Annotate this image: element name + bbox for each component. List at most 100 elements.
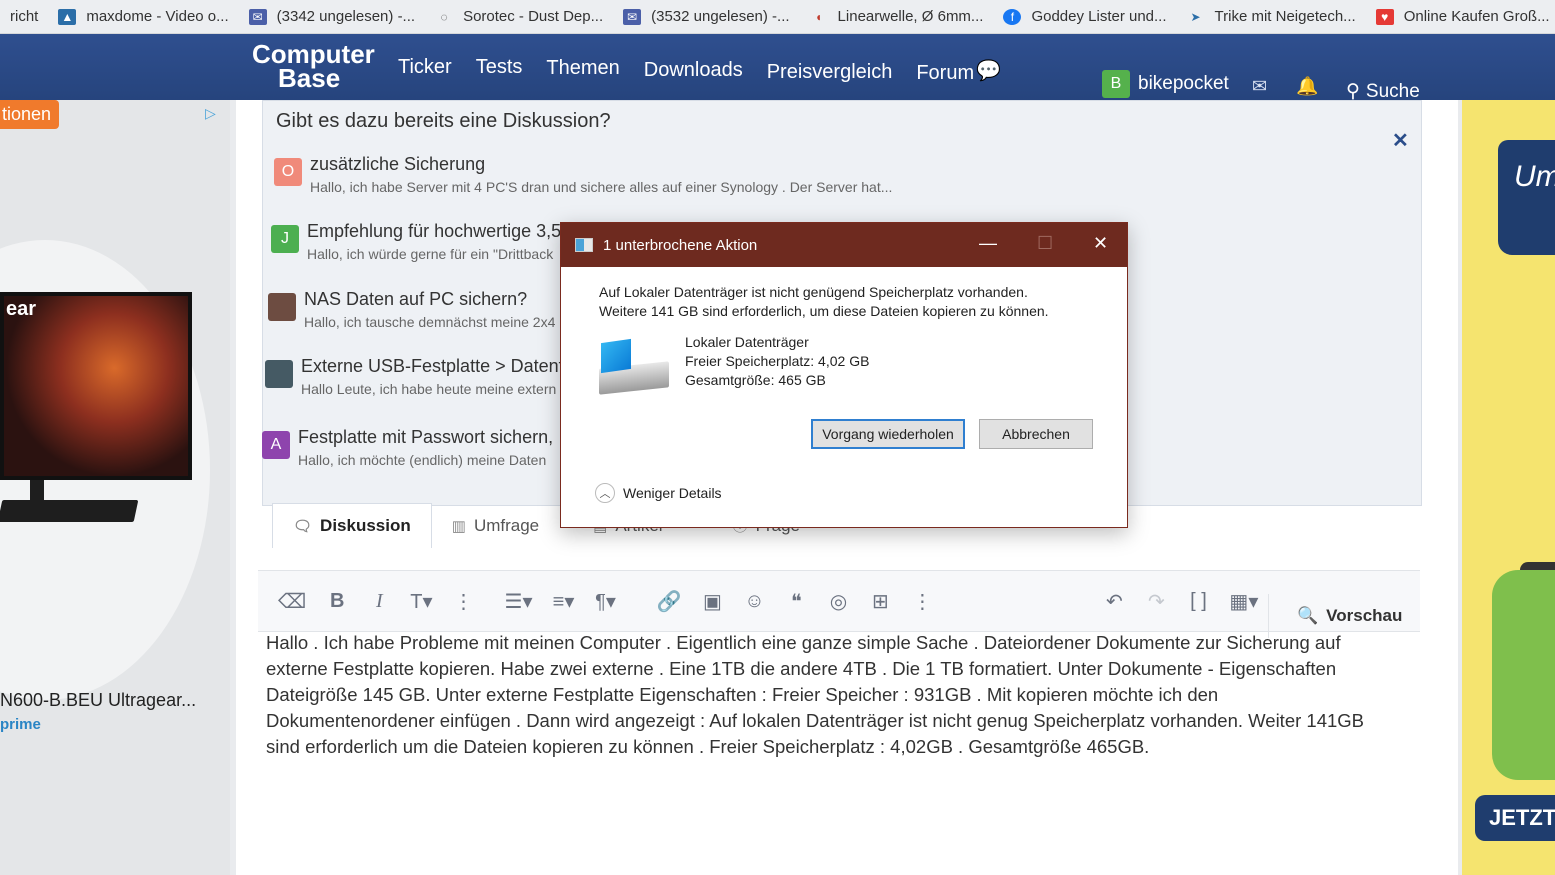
tab-label: Umfrage bbox=[473, 515, 540, 535]
bookmark-item[interactable]: ✉ (3532 ungelesen) -... bbox=[613, 8, 799, 25]
suggestion-excerpt: Hallo Leute, ich habe heute meine extern bbox=[301, 381, 557, 397]
text-size-icon[interactable]: T▾ bbox=[410, 589, 432, 614]
logo-line-2: Base bbox=[278, 63, 341, 93]
dialog-app-icon bbox=[575, 238, 593, 252]
monitor-stand-base bbox=[0, 500, 139, 522]
ad-bottle bbox=[1492, 570, 1555, 780]
suggestion-title[interactable]: NAS Daten auf PC sichern? bbox=[304, 289, 527, 310]
more-icon[interactable]: ⋮ bbox=[453, 589, 475, 614]
ad-cta-button[interactable]: JETZT bbox=[1475, 795, 1555, 841]
bookmark-label: Sorotec - Dust Dep... bbox=[463, 8, 604, 25]
nav-downloads[interactable]: Downloads bbox=[644, 59, 743, 85]
cancel-button[interactable]: Abbrechen bbox=[979, 419, 1093, 449]
bookmark-item[interactable]: ✉ (3342 ungelesen) -... bbox=[239, 8, 425, 25]
avatar: B bbox=[1102, 70, 1130, 98]
windows-logo-icon bbox=[601, 338, 631, 374]
bookmark-label: Trike mit Neigetech... bbox=[1214, 8, 1356, 25]
user-menu[interactable]: B bikepocket bbox=[1102, 70, 1229, 98]
editor-line: Hallo . Ich habe Probleme mit meinen Com… bbox=[266, 632, 1341, 653]
bookmark-label: Online Kaufen Groß... bbox=[1403, 8, 1550, 25]
close-icon[interactable]: ✕ bbox=[1093, 233, 1108, 254]
suggestion-excerpt: Hallo, ich tausche demnächst meine 2x4 bbox=[304, 314, 556, 330]
image-icon[interactable]: ▣ bbox=[701, 589, 723, 614]
editor-line: externe Festplatte kopieren. Habe zwei e… bbox=[266, 658, 1337, 679]
save-draft-icon[interactable]: ▦▾ bbox=[1229, 589, 1258, 614]
chevron-up-icon: ︿ bbox=[595, 483, 615, 503]
nav-themen[interactable]: Themen bbox=[546, 57, 619, 85]
bookmark-icon: ➤ bbox=[1190, 9, 1201, 24]
post-editor[interactable]: Hallo . Ich habe Probleme mit meinen Com… bbox=[266, 630, 1406, 760]
suggestion-title[interactable]: Externe USB-Festplatte > Datent bbox=[301, 356, 564, 377]
drive-free-space: Freier Speicherplatz: 4,02 GB bbox=[685, 353, 870, 369]
table-icon[interactable]: ⊞ bbox=[869, 589, 891, 614]
bookmark-item[interactable]: f Goddey Lister und... bbox=[993, 8, 1176, 25]
main-nav: Ticker Tests Themen Downloads Preisvergl… bbox=[398, 56, 974, 85]
bookmarks-bar: richt ▲ maxdome - Video o... ✉ (3342 ungel… bbox=[0, 0, 1555, 34]
dialog-title: 1 unterbrochene Aktion bbox=[603, 236, 758, 254]
eraser-icon[interactable]: ⌫ bbox=[278, 589, 306, 614]
monitor-screen bbox=[4, 296, 188, 476]
minimize-icon[interactable]: — bbox=[979, 233, 997, 254]
nav-ticker[interactable]: Ticker bbox=[398, 56, 452, 85]
retry-button[interactable]: Vorgang wiederholen bbox=[811, 419, 965, 449]
suggestion-title[interactable]: Festplatte mit Passwort sichern, bbox=[298, 427, 553, 448]
more-icon[interactable]: ⋮ bbox=[911, 589, 933, 614]
bookmark-item[interactable]: ♥ Online Kaufen Groß... bbox=[1366, 8, 1555, 25]
link-icon[interactable]: 🔗 bbox=[657, 589, 682, 614]
forum-chat-icon: 💬 bbox=[976, 60, 1001, 82]
less-details-toggle[interactable]: ︿ Weniger Details bbox=[595, 483, 722, 503]
undo-icon[interactable]: ↶ bbox=[1103, 589, 1125, 614]
smiley-icon[interactable]: ☺ bbox=[743, 590, 765, 613]
maxdome-icon: ▲ bbox=[58, 8, 77, 25]
drive-total-size: Gesamtgröße: 465 GB bbox=[685, 372, 826, 388]
suggestion-title[interactable]: zusätzliche Sicherung bbox=[310, 154, 485, 175]
bookmark-item[interactable]: ◖ Linearwelle, Ø 6mm... bbox=[800, 8, 994, 25]
bookmark-item[interactable]: richt bbox=[0, 8, 48, 25]
tab-umfrage[interactable]: ▥ Umfrage bbox=[432, 503, 559, 548]
avatar bbox=[268, 293, 296, 321]
bookmark-item[interactable]: ▲ maxdome - Video o... bbox=[48, 8, 238, 25]
spoiler-icon[interactable]: ◎ bbox=[827, 589, 849, 614]
bold-icon[interactable]: B bbox=[326, 590, 348, 613]
sorotec-icon: ◌ bbox=[440, 9, 448, 24]
drive-name: Lokaler Datenträger bbox=[685, 334, 809, 350]
bookmark-label: richt bbox=[10, 8, 39, 25]
preview-label: Vorschau bbox=[1326, 606, 1403, 625]
avatar bbox=[265, 360, 293, 388]
redo-icon[interactable]: ↷ bbox=[1145, 589, 1167, 614]
editor-line: sind erforderlich um die Dateien kopiere… bbox=[266, 736, 1150, 757]
mail-icon[interactable]: ✉ bbox=[1252, 76, 1267, 97]
bookmark-label: maxdome - Video o... bbox=[86, 8, 229, 25]
editor-line: Dokumentenordener einfügen . Dann wird a… bbox=[266, 710, 1365, 731]
italic-icon[interactable]: I bbox=[368, 590, 390, 613]
bell-icon[interactable]: 🔔 bbox=[1296, 76, 1318, 97]
promo-tab[interactable]: tionen bbox=[0, 100, 60, 129]
paragraph-icon[interactable]: ¶▾ bbox=[595, 589, 617, 614]
editor-line: Dateigröße 145 GB. Unter externe Festpla… bbox=[266, 684, 1219, 705]
bookmark-item[interactable]: ➤ Trike mit Neigetech... bbox=[1177, 8, 1366, 25]
mail-icon: ✉ bbox=[248, 8, 267, 25]
site-header: Computer Base Ticker Tests Themen Downlo… bbox=[0, 34, 1555, 102]
right-ad[interactable]: Um bbox=[1462, 100, 1555, 875]
monitor-text: ear bbox=[6, 298, 37, 320]
adchoices-icon[interactable]: ▷ bbox=[205, 105, 216, 122]
avatar: O bbox=[274, 158, 302, 186]
quote-icon[interactable]: ❝ bbox=[785, 589, 807, 614]
nav-forum[interactable]: Forum bbox=[916, 62, 974, 85]
ad-product-name[interactable]: N600-B.BEU Ultragear... bbox=[0, 690, 196, 711]
nav-tests[interactable]: Tests bbox=[476, 56, 523, 85]
bookmark-item[interactable]: ◌ Sorotec - Dust Dep... bbox=[425, 8, 613, 25]
facebook-icon: f bbox=[1003, 8, 1022, 25]
list-icon[interactable]: ☰▾ bbox=[505, 589, 533, 614]
less-details-label: Weniger Details bbox=[623, 485, 722, 501]
bbcode-icon[interactable]: [ ] bbox=[1187, 590, 1209, 613]
copy-error-dialog: 1 unterbrochene Aktion — ☐ ✕ Auf Lokaler… bbox=[560, 222, 1128, 528]
ad-monitor-image: ear bbox=[0, 292, 192, 480]
suggestion-title[interactable]: Empfehlung für hochwertige 3,5 bbox=[307, 221, 561, 242]
close-icon[interactable]: ✕ bbox=[1392, 128, 1409, 153]
bookmark-label: Linearwelle, Ø 6mm... bbox=[837, 8, 984, 25]
align-icon[interactable]: ≡▾ bbox=[553, 589, 575, 614]
site-logo[interactable]: Computer Base bbox=[252, 41, 375, 93]
nav-preisvergleich[interactable]: Preisvergleich bbox=[767, 61, 893, 85]
tab-diskussion[interactable]: 🗨 Diskussion bbox=[272, 503, 432, 548]
